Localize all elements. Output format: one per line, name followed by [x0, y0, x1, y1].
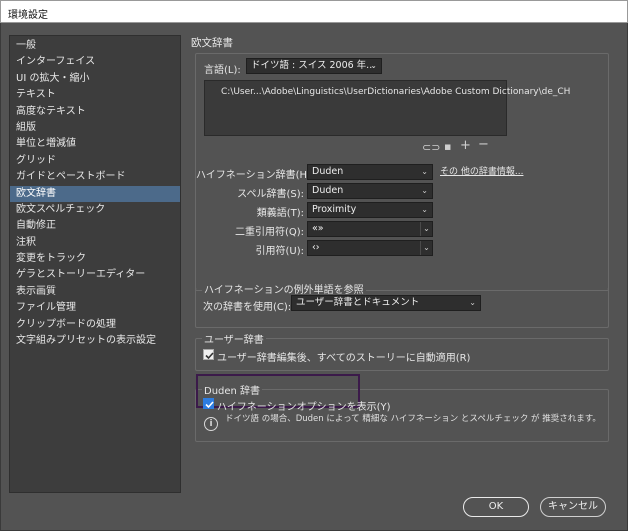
- sidebar-item[interactable]: インターフェイス: [10, 54, 180, 70]
- save-dictionary-icon[interactable]: ▪: [444, 141, 451, 152]
- preferences-dialog: 一般 インターフェイス UI の拡大・縮小 テキスト 高度なテキスト 組版 単位と増減値 グリ…: [0, 23, 628, 531]
- sidebar-item[interactable]: 文字組みプリセットの表示設定: [10, 333, 180, 349]
- sidebar-item[interactable]: 自動修正: [10, 218, 180, 234]
- sidebar-item[interactable]: 単位と増減値: [10, 136, 180, 152]
- language-select-value: ドイツ語 : スイス 2006 年...: [251, 60, 376, 71]
- sidebar-item[interactable]: クリップボードの処理: [10, 317, 180, 333]
- chevron-down-icon: ⌄: [421, 205, 428, 214]
- title-bar: 環境設定: [0, 0, 628, 23]
- user-dictionary-path: C:\User...\Adobe\Linguistics\UserDiction…: [221, 87, 571, 97]
- double-quotes-label: 二重引用符(Q):: [234, 227, 304, 238]
- spelling-dictionary-value: Duden: [312, 185, 344, 196]
- chevron-down-icon: ⌄: [370, 61, 377, 70]
- thesaurus-value: Proximity: [312, 204, 357, 215]
- hyphenation-dictionary-value: Duden: [312, 166, 344, 177]
- duden-note: ドイツ語 の場合、Duden によって 精細な ハイフネーション とスペルチェッ…: [225, 414, 601, 424]
- sidebar-item[interactable]: 組版: [10, 120, 180, 136]
- link-icon[interactable]: ⊂⊃: [422, 142, 440, 153]
- sidebar-item[interactable]: 高度なテキスト: [10, 104, 180, 120]
- sidebar-item[interactable]: UI の拡大・縮小: [10, 71, 180, 87]
- chevron-down-icon: ⌄: [420, 222, 432, 236]
- sidebar-item[interactable]: ファイル管理: [10, 300, 180, 316]
- auto-apply-label[interactable]: ユーザー辞書編集後、すべてのストーリーに自動適用(R): [217, 349, 470, 364]
- add-icon[interactable]: +: [460, 139, 471, 152]
- cancel-button[interactable]: キャンセル: [540, 497, 606, 517]
- window-title: 環境設定: [8, 10, 48, 21]
- sidebar-item[interactable]: 一般: [10, 38, 180, 54]
- use-dictionary-label: 次の辞書を使用(C):: [203, 302, 292, 313]
- info-icon: i: [204, 417, 218, 431]
- sidebar-item[interactable]: 注釈: [10, 235, 180, 251]
- single-quotes-value: ‹›: [312, 242, 320, 253]
- language-label: 言語(L):: [204, 65, 241, 76]
- sidebar-item[interactable]: グリッド: [10, 153, 180, 169]
- chevron-down-icon: ⌄: [421, 167, 428, 176]
- use-dictionary-value: ユーザー辞書とドキュメント: [296, 297, 420, 308]
- remove-icon[interactable]: −: [478, 138, 489, 151]
- sidebar-item[interactable]: 欧文辞書: [10, 185, 180, 202]
- chevron-down-icon: ⌄: [421, 186, 428, 195]
- auto-apply-checkbox[interactable]: [203, 349, 214, 360]
- user-dictionary-title: ユーザー辞書: [202, 331, 266, 346]
- show-hyphenation-options-label[interactable]: ハイフネーションオプションを表示(Y): [217, 398, 391, 413]
- double-quotes-value: «»: [312, 223, 324, 234]
- hyphenation-dictionary-select[interactable]: Duden ⌄: [307, 164, 433, 180]
- thesaurus-label: 類義語(T):: [256, 208, 304, 219]
- use-dictionary-select[interactable]: ユーザー辞書とドキュメント ⌄: [291, 295, 481, 311]
- single-quotes-select[interactable]: ‹› ⌄: [307, 240, 433, 256]
- hyphenation-dictionary-label: ハイフネーション辞書(H):: [196, 170, 315, 181]
- language-select[interactable]: ドイツ語 : スイス 2006 年... ⌄: [246, 58, 382, 74]
- spelling-dictionary-select[interactable]: Duden ⌄: [307, 183, 433, 199]
- category-list[interactable]: 一般 インターフェイス UI の拡大・縮小 テキスト 高度なテキスト 組版 単位と増減値 グリ…: [9, 35, 181, 493]
- double-quotes-select[interactable]: «» ⌄: [307, 221, 433, 237]
- spelling-dictionary-label: スペル辞書(S):: [237, 189, 304, 200]
- ok-button[interactable]: OK: [463, 497, 529, 517]
- sidebar-item[interactable]: テキスト: [10, 87, 180, 103]
- panel-title: 欧文辞書: [191, 37, 233, 49]
- single-quotes-label: 引用符(U):: [255, 246, 305, 257]
- chevron-down-icon: ⌄: [469, 298, 476, 307]
- sidebar-item[interactable]: ガイドとペーストボード: [10, 169, 180, 185]
- sidebar-item[interactable]: 変更をトラック: [10, 251, 180, 267]
- sidebar-item[interactable]: 表示画質: [10, 284, 180, 300]
- show-hyphenation-options-checkbox[interactable]: [203, 398, 214, 409]
- duden-title: Duden 辞書: [202, 382, 263, 397]
- thesaurus-select[interactable]: Proximity ⌄: [307, 202, 433, 218]
- other-dictionary-info-link[interactable]: その 他の辞書情報...: [440, 164, 523, 177]
- hyphenation-exceptions-title: ハイフネーションの例外単語を参照: [202, 281, 366, 296]
- chevron-down-icon: ⌄: [420, 241, 432, 255]
- sidebar-item[interactable]: 欧文スペルチェック: [10, 202, 180, 218]
- user-dictionary-list[interactable]: C:\User...\Adobe\Linguistics\UserDiction…: [204, 80, 570, 136]
- sidebar-item[interactable]: ゲラとストーリーエディター: [10, 267, 180, 283]
